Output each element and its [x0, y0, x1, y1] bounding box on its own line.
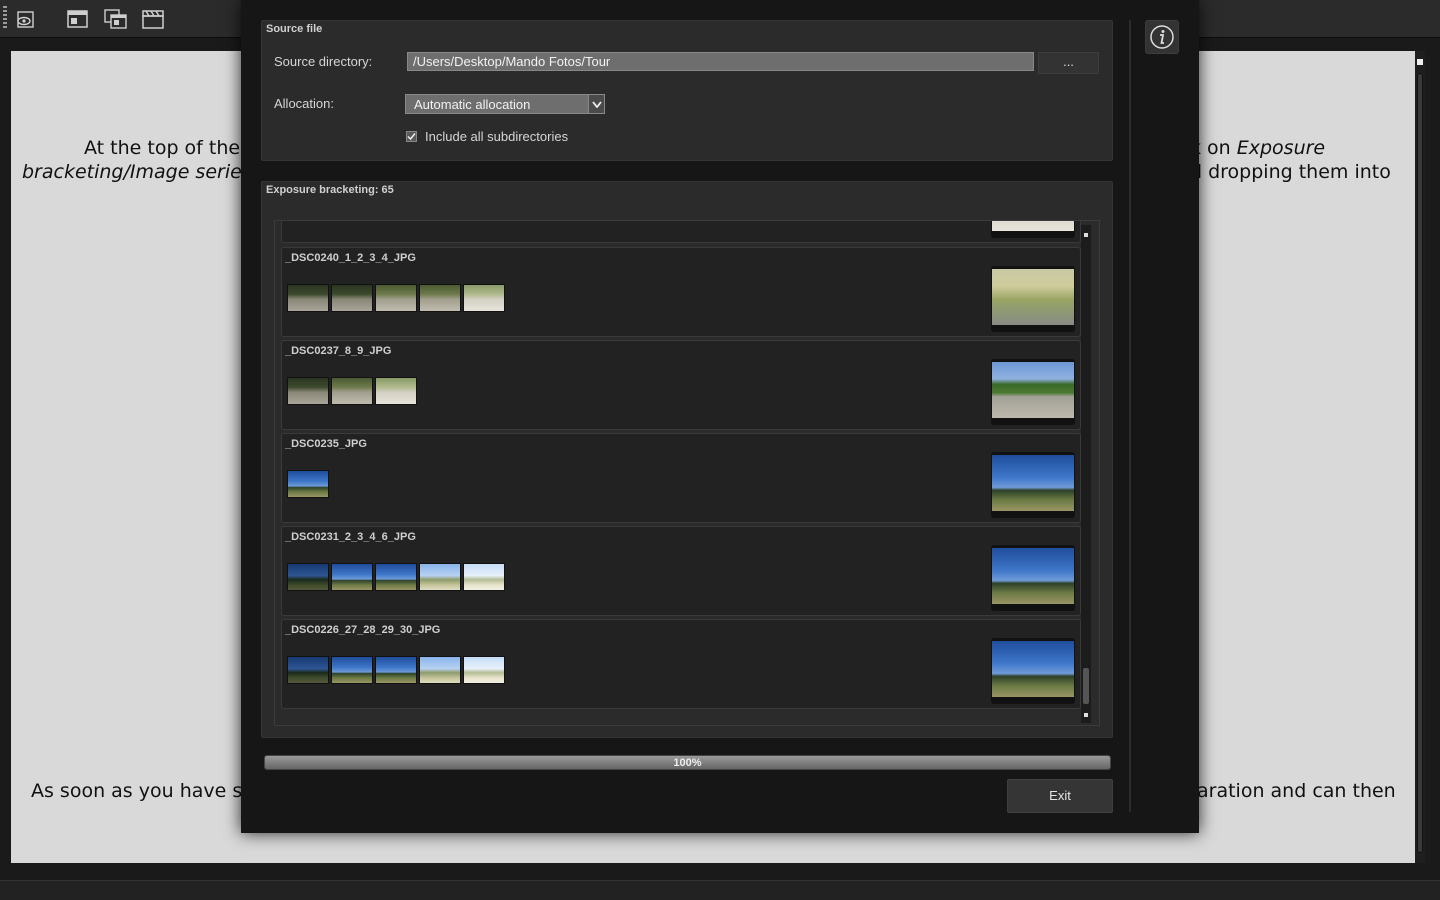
thumbnail[interactable]	[331, 284, 373, 312]
thumbnail[interactable]	[331, 563, 373, 591]
thumbnail[interactable]	[287, 284, 329, 312]
doc-line1-right-italic: Exposure	[1236, 137, 1326, 159]
thumbnail[interactable]	[375, 377, 417, 405]
result-preview[interactable]	[991, 638, 1075, 704]
window-icon[interactable]	[66, 7, 90, 31]
include-subdirectories-label: Include all subdirectories	[425, 129, 569, 144]
document-scroll-thumb[interactable]	[1417, 73, 1423, 853]
result-preview[interactable]	[991, 452, 1075, 518]
browse-button[interactable]: ...	[1038, 52, 1099, 74]
list-item[interactable]: _DSC0226_27_28_29_30_JPG	[281, 619, 1081, 709]
doc-line2-left: bracketing/Image serie	[22, 161, 242, 183]
document-scrollbar[interactable]	[1415, 51, 1425, 863]
thumbnail[interactable]	[375, 656, 417, 684]
scroll-up-arrow[interactable]	[1084, 233, 1088, 237]
info-icon[interactable]	[1145, 20, 1179, 54]
list-item-partial[interactable]	[281, 221, 1081, 243]
allocation-dropdown[interactable]: Automatic allocation	[405, 94, 605, 114]
thumbnail[interactable]	[463, 656, 505, 684]
doc-line1-right: k on Exposure	[1190, 136, 1325, 160]
thumbnail[interactable]	[287, 656, 329, 684]
list-scrollbar[interactable]	[1081, 225, 1091, 723]
thumbnail[interactable]	[419, 284, 461, 312]
row-title: _DSC0231_2_3_4_6_JPG	[285, 531, 416, 543]
thumbnail[interactable]	[375, 284, 417, 312]
toolbar-grip[interactable]	[3, 6, 7, 30]
allocation-value: Automatic allocation	[414, 97, 531, 112]
preview-image	[992, 455, 1074, 511]
eye-document-icon[interactable]	[14, 7, 38, 31]
windows-stack-icon[interactable]	[104, 7, 128, 31]
result-preview[interactable]	[991, 266, 1075, 332]
scroll-up-arrow[interactable]	[1417, 59, 1423, 65]
row-title: _DSC0237_8_9_JPG	[285, 345, 392, 357]
result-preview[interactable]	[991, 545, 1075, 611]
source-file-panel: Source file Source directory: /Users/Des…	[261, 20, 1113, 161]
exposure-bracketing-panel: Exposure bracketing: 65 _DSC0240_1_2_3_4…	[261, 181, 1113, 738]
source-thumbnails	[287, 563, 505, 591]
thumbnail[interactable]	[331, 656, 373, 684]
doc-line3-left: As soon as you have s	[31, 780, 243, 802]
preview-image	[992, 362, 1074, 418]
source-directory-field[interactable]: /Users/Desktop/Mando Fotos/Tour	[407, 52, 1034, 71]
scroll-down-arrow[interactable]	[1084, 713, 1088, 717]
source-thumbnails	[287, 470, 329, 498]
source-thumbnails	[287, 377, 417, 405]
thumbnail[interactable]	[463, 284, 505, 312]
thumbnail[interactable]	[287, 377, 329, 405]
list-item[interactable]: _DSC0231_2_3_4_6_JPG	[281, 526, 1081, 616]
allocation-label: Allocation:	[274, 96, 334, 111]
preview-image	[992, 641, 1074, 697]
thumbnail[interactable]	[419, 656, 461, 684]
row-title: _DSC0235_JPG	[285, 438, 367, 450]
thumbnail[interactable]	[287, 563, 329, 591]
row-title: _DSC0226_27_28_29_30_JPG	[285, 624, 441, 636]
doc-line1-left: At the top of the	[84, 137, 241, 159]
list-item[interactable]: _DSC0235_JPG	[281, 433, 1081, 523]
list-item[interactable]: _DSC0237_8_9_JPG	[281, 340, 1081, 430]
doc-line2-right: d dropping them into	[1190, 161, 1391, 183]
row-title: _DSC0240_1_2_3_4_JPG	[285, 252, 416, 264]
thumbnail[interactable]	[419, 563, 461, 591]
progress-label: 100%	[673, 757, 702, 769]
vertical-divider	[1129, 20, 1131, 812]
checkmark-icon	[407, 133, 416, 141]
thumbnail[interactable]	[375, 563, 417, 591]
exposure-bracketing-title: Exposure bracketing: 65	[266, 184, 394, 196]
bottom-bar	[0, 880, 1440, 900]
result-preview[interactable]	[991, 359, 1075, 425]
source-thumbnails	[287, 284, 505, 312]
source-file-title: Source file	[266, 23, 323, 35]
preview-image	[992, 269, 1074, 325]
chevron-down-icon[interactable]	[588, 95, 604, 113]
result-preview	[991, 221, 1075, 238]
preview-image	[992, 221, 1074, 231]
thumbnail[interactable]	[463, 563, 505, 591]
source-thumbnails	[287, 656, 505, 684]
list-scroll-thumb[interactable]	[1083, 668, 1089, 704]
source-directory-label: Source directory:	[274, 54, 373, 69]
clapperboard-icon[interactable]	[141, 7, 165, 31]
thumbnail[interactable]	[287, 470, 329, 498]
exit-button[interactable]: Exit	[1007, 779, 1113, 813]
preview-image	[992, 548, 1074, 604]
list-item[interactable]: _DSC0240_1_2_3_4_JPG	[281, 247, 1081, 337]
bracketing-list[interactable]: _DSC0240_1_2_3_4_JPG _DSC0237_8_9_JPG _DSC…	[274, 220, 1100, 726]
thumbnail[interactable]	[331, 377, 373, 405]
progress-bar: 100%	[264, 755, 1111, 770]
batch-processing-dialog: Source file Source directory: /Users/Des…	[241, 0, 1199, 833]
doc-line3-right: aration and can then	[1197, 780, 1396, 802]
include-subdirectories-checkbox[interactable]	[406, 131, 417, 142]
